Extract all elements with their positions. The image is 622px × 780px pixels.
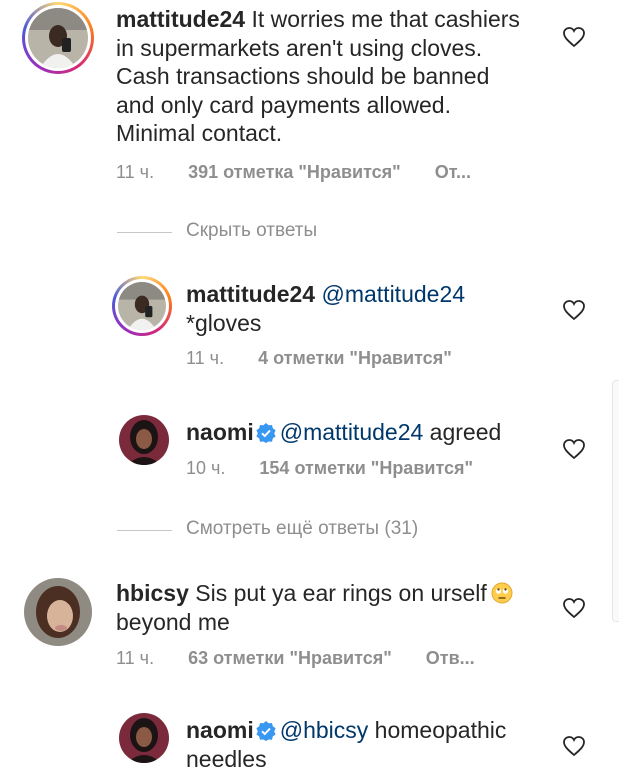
scrollbar[interactable] [612, 380, 619, 622]
heart-icon[interactable] [562, 735, 586, 757]
profile-avatar-icon [24, 578, 92, 646]
comment-text: naomi @hbicsy homeopathic needles [186, 717, 507, 772]
username[interactable]: hbicsy [116, 580, 189, 606]
timestamp: 11 ч. [116, 162, 155, 182]
timestamp: 11 ч. [116, 648, 155, 668]
profile-avatar-icon [119, 415, 169, 465]
avatar[interactable] [22, 2, 94, 74]
likes-count[interactable]: 154 отметки "Нравится" [259, 458, 473, 478]
reply-button[interactable]: Отв... [426, 648, 475, 668]
heart-icon[interactable] [562, 299, 586, 321]
comment-meta: 11 ч. 4 отметки "Нравится" [186, 348, 452, 369]
likes-count[interactable]: 391 отметка "Нравится" [188, 162, 401, 182]
view-more-replies-button[interactable]: Смотреть ещё ответы (31) [186, 518, 418, 540]
divider [117, 232, 172, 233]
username[interactable]: naomi [186, 717, 254, 743]
comment-text: naomi @mattitude24 agreed [186, 419, 502, 445]
comment-meta: 11 ч. 63 отметки "Нравится" Отв... [116, 648, 475, 669]
divider [117, 530, 172, 531]
profile-avatar-icon [28, 8, 88, 68]
hide-replies-button[interactable]: Скрыть ответы [186, 220, 317, 242]
comment-text: mattitude24 It worries me that cashiers … [116, 6, 520, 146]
comment-text: hbicsy Sis put ya ear rings on urself be… [116, 579, 556, 636]
timestamp: 10 ч. [186, 458, 226, 478]
profile-avatar-icon [119, 713, 169, 763]
heart-icon[interactable] [562, 26, 586, 48]
heart-icon[interactable] [562, 597, 586, 619]
mention-link[interactable]: @mattitude24 [280, 419, 424, 445]
likes-count[interactable]: 4 отметки "Нравится" [258, 348, 452, 368]
reply-button[interactable]: От... [435, 162, 471, 182]
avatar[interactable] [119, 713, 169, 763]
username[interactable]: naomi [186, 419, 254, 445]
username[interactable]: mattitude24 [116, 6, 245, 32]
avatar[interactable] [112, 276, 172, 336]
eye-roll-emoji-icon [491, 582, 513, 604]
verified-badge-icon [256, 721, 276, 741]
timestamp: 11 ч. [186, 348, 225, 368]
avatar[interactable] [119, 415, 169, 465]
username[interactable]: mattitude24 [186, 281, 315, 307]
avatar[interactable] [24, 578, 92, 646]
likes-count[interactable]: 63 отметки "Нравится" [188, 648, 392, 668]
heart-icon[interactable] [562, 438, 586, 460]
verified-badge-icon [256, 423, 276, 443]
profile-avatar-icon [118, 282, 166, 330]
mention-link[interactable]: @mattitude24 [321, 281, 465, 307]
mention-link[interactable]: @hbicsy [280, 717, 369, 743]
comment-meta: 10 ч. 154 отметки "Нравится" [186, 458, 473, 479]
comment-meta: 11 ч. 391 отметка "Нравится" От... [116, 162, 471, 183]
comment-text: mattitude24 @mattitude24 *gloves [186, 281, 466, 336]
